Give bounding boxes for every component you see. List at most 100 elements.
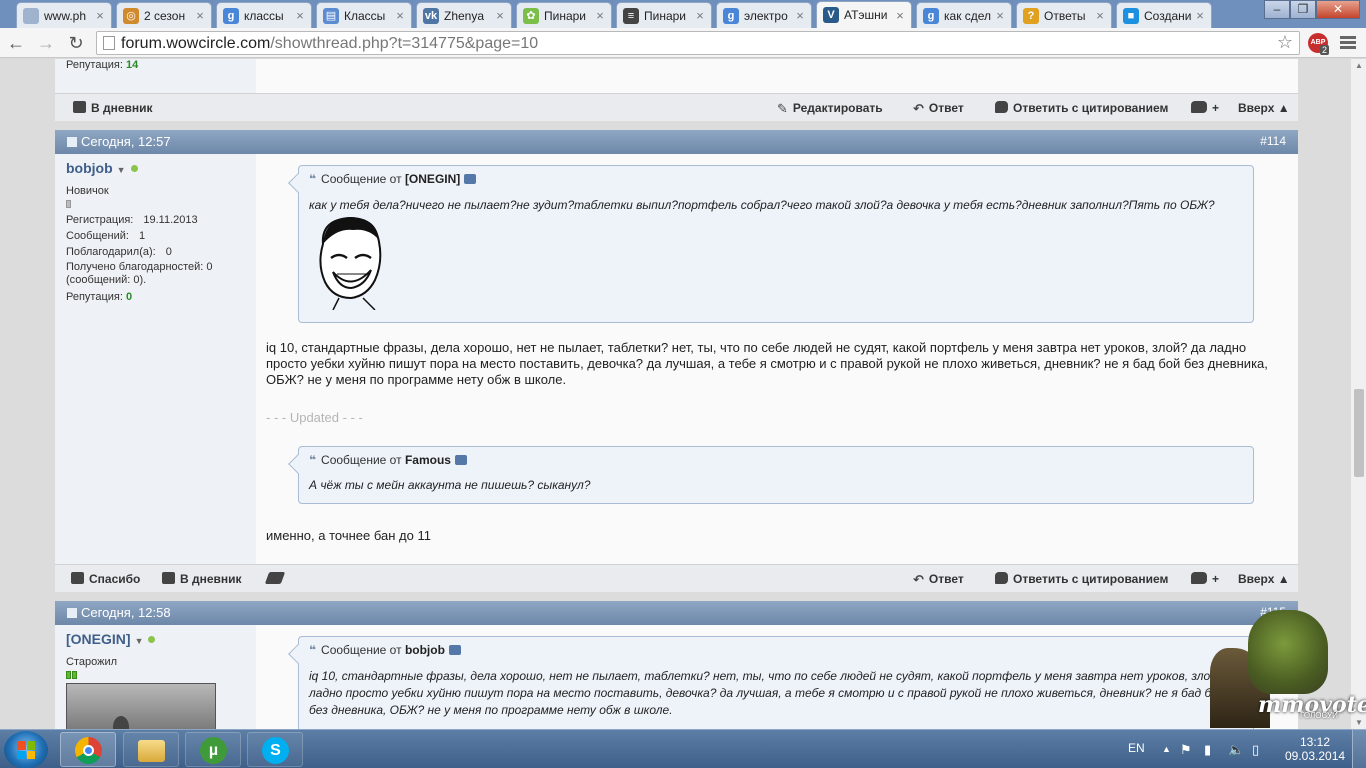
post-114-userinfo: bobjob ▼ Новичок Регистрация: 19.11.2013 С… [55,154,256,564]
post-number-link[interactable]: #114 [1260,134,1286,148]
tab-title: АТэшни [844,8,888,22]
reload-button[interactable]: ↻ [64,31,88,55]
taskbar-clock[interactable]: 13:12 09.03.2014 [1285,735,1345,763]
tab-favicon-icon: g [923,7,939,24]
tab-close-icon[interactable]: × [393,8,407,23]
scroll-down-icon[interactable]: ▼ [1355,718,1363,727]
minimize-button[interactable]: – [1264,0,1290,19]
flag-icon[interactable]: ⚑ [1180,742,1192,758]
folder-icon [138,740,165,762]
tab-close-icon[interactable]: × [293,8,307,23]
tab-close-icon[interactable]: × [1193,8,1207,23]
diary-button[interactable]: В дневник [162,572,242,586]
show-desktop-button[interactable] [1352,729,1366,768]
edit-button[interactable]: ✎ Редактировать [777,101,883,116]
top-link[interactable]: Вверх ▲ [1238,572,1290,586]
reply-button[interactable]: ↶ Ответ [913,101,964,116]
forward-button[interactable]: → [34,31,58,55]
tab-close-icon[interactable]: × [693,8,707,23]
browser-tab[interactable]: g электро × [716,2,812,28]
browser-tab[interactable]: g классы × [216,2,312,28]
scroll-up-icon[interactable]: ▲ [1355,61,1363,70]
tab-close-icon[interactable]: × [793,8,807,23]
tab-title: Классы [344,8,386,23]
browser-tab[interactable]: ■ Создани × [1116,2,1212,28]
scrollbar-thumb[interactable] [1354,389,1364,477]
taskbar-skype[interactable]: S [247,732,303,767]
multiquote-button[interactable]: + [1191,101,1219,115]
browser-tab[interactable]: g как сдел × [916,2,1012,28]
post-114-username[interactable]: bobjob ▼ [66,160,138,176]
post-115: [ONEGIN] ▼ Старожил ❝ Сообщение от bobjob … [55,625,1298,729]
browser-tab[interactable]: www.ph × [16,2,112,28]
network-icon[interactable]: ▮ [1204,742,1211,758]
tab-close-icon[interactable]: × [493,8,507,23]
browser-tab[interactable]: ✿ Пинари × [516,2,612,28]
view-post-icon[interactable] [448,645,461,655]
tab-close-icon[interactable]: × [193,8,207,23]
tab-close-icon[interactable]: × [93,8,107,23]
view-post-icon[interactable] [454,455,467,465]
post-115-username[interactable]: [ONEGIN] ▼ [66,631,156,647]
reply-quote-button[interactable]: Ответить с цитированием [995,101,1168,115]
start-button[interactable] [4,731,48,768]
browser-tab[interactable]: ◎ 2 сезон × [116,2,212,28]
page-icon [103,36,115,50]
diary-button[interactable]: В дневник [73,101,153,115]
top-link[interactable]: Вверх ▲ [1238,101,1290,115]
maximize-button[interactable]: ❐ [1290,0,1316,19]
multiquote-icon [1191,101,1207,113]
reply-button[interactable]: ↶ Ответ [913,572,964,587]
user-stat-row: Сообщений: 1 [66,230,146,242]
tab-favicon-icon: ≡ [623,7,639,24]
report-button[interactable] [264,572,288,586]
browser-toolbar: ← → ↻ forum.wowcircle.com/showthread.php… [0,28,1366,58]
quote-notch [288,644,308,664]
tab-close-icon[interactable]: × [593,8,607,23]
thanks-button[interactable]: Спасибо [71,572,140,586]
post-date: Сегодня, 12:58 [67,605,171,620]
browser-tab[interactable]: V АТэшни × [816,1,912,28]
browser-tab[interactable]: ≡ Пинари × [616,2,712,28]
url-text: forum.wowcircle.com/showthread.php?t=314… [121,35,539,52]
post-114-header: Сегодня, 12:57 #114 [55,130,1298,154]
post-message: iq 10, стандартные фразы, дела хорошо, н… [266,340,1268,387]
tab-favicon-icon: vk [423,7,439,24]
browser-tab[interactable]: vk Zhenya × [416,2,512,28]
dropdown-arrow-icon: ▼ [116,165,126,175]
calendar-icon [67,137,77,147]
reputation-bar [66,197,71,211]
bookmark-star-icon[interactable]: ☆ [1277,32,1293,53]
tab-close-icon[interactable]: × [1093,8,1107,23]
user-reputation: Репутация: 0 [66,291,133,303]
close-window-button[interactable]: ✕ [1316,0,1360,19]
volume-icon[interactable]: 🔈 [1228,742,1244,758]
browser-tab[interactable]: ▤ Классы × [316,2,412,28]
tab-close-icon[interactable]: × [893,8,907,23]
reply-quote-button[interactable]: Ответить с цитированием [995,572,1168,586]
post-114-content: ❝ Сообщение от [ONEGIN] как у тебя дела?н… [256,154,1298,564]
taskbar-chrome[interactable] [60,732,116,767]
view-post-icon[interactable] [464,174,477,184]
online-status-icon [130,165,138,172]
show-hidden-icons[interactable]: ▲ [1162,744,1171,754]
browser-tab[interactable]: ? Ответы × [1016,2,1112,28]
chrome-menu-icon[interactable] [1340,36,1356,51]
prev-userinfo: Репутация: 14 [55,59,256,95]
user-stats: Регистрация: 19.11.2013 Сообщений: 1 Побла… [66,212,213,305]
taskbar-explorer[interactable] [123,732,179,767]
prev-reputation: Репутация: 14 [66,59,139,71]
tab-title: электро [744,8,788,23]
taskbar-utorrent[interactable]: µ [185,732,241,767]
language-indicator[interactable]: EN [1128,741,1145,755]
address-bar[interactable]: forum.wowcircle.com/showthread.php?t=314… [96,31,1300,55]
page-scrollbar[interactable]: ▲ ▼ [1350,59,1366,729]
orc-head-image [1248,610,1328,694]
power-icon[interactable]: ▯ [1252,742,1259,758]
user-title: Старожил [66,656,118,668]
quote-block: ❝ Сообщение от Famous А чёж ты с мейн акк… [288,446,1254,504]
tab-close-icon[interactable]: × [993,8,1007,23]
back-button[interactable]: ← [4,31,28,55]
multiquote-button[interactable]: + [1191,572,1219,586]
mmovote-widget[interactable]: mmovote ГОЛОСУЙ [1210,608,1366,728]
